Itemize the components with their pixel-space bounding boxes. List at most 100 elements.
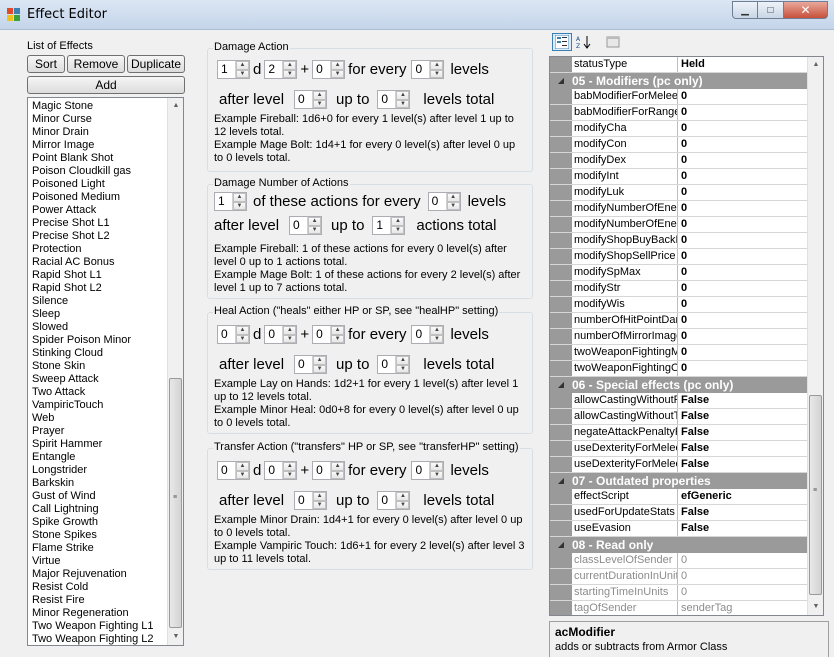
property-value[interactable]: Held <box>678 57 808 72</box>
spin-up-icon[interactable]: ▲ <box>308 217 322 226</box>
spin-down-icon[interactable]: ▼ <box>430 69 444 78</box>
list-item[interactable]: Stinking Cloud <box>32 347 166 360</box>
list-item[interactable]: VampiricTouch <box>32 399 166 412</box>
damage-sides-stepper[interactable]: 2 ▲ ▼ <box>264 60 298 79</box>
property-row[interactable]: effectScript efGeneric <box>550 489 808 505</box>
spin-up-icon[interactable]: ▲ <box>313 492 327 501</box>
property-value[interactable]: 0 <box>678 201 808 216</box>
list-item[interactable]: Spider Poison Minor <box>32 334 166 347</box>
list-item[interactable]: Virtue <box>32 555 166 568</box>
expander-icon[interactable]: ◢ <box>550 377 572 393</box>
property-value[interactable]: 0 <box>678 121 808 136</box>
spin-down-icon[interactable]: ▼ <box>313 364 327 373</box>
property-row[interactable]: twoWeaponFightingO 0 <box>550 361 808 377</box>
spin-up-icon[interactable]: ▲ <box>331 61 345 70</box>
sort-button[interactable]: Sort <box>27 55 65 73</box>
categorized-view-button[interactable] <box>552 33 572 51</box>
property-row[interactable]: modifyNumberOfEnem 0 <box>550 201 808 217</box>
spin-down-icon[interactable]: ▼ <box>236 69 249 78</box>
spin-up-icon[interactable]: ▲ <box>283 61 297 70</box>
spin-up-icon[interactable]: ▲ <box>236 326 249 335</box>
property-row[interactable]: babModifierForRange 0 <box>550 105 808 121</box>
alphabetical-sort-button[interactable]: AZ <box>574 33 594 51</box>
list-item[interactable]: Precise Shot L2 <box>32 230 166 243</box>
list-item[interactable]: Longstrider <box>32 464 166 477</box>
property-row[interactable]: negateAttackPenaltyF False <box>550 425 808 441</box>
scroll-down-icon[interactable]: ▼ <box>168 629 183 645</box>
heal-after-level-stepper[interactable]: 0 ▲ ▼ <box>294 355 328 374</box>
transfer-after-level-stepper[interactable]: 0 ▲ ▼ <box>294 491 328 510</box>
spin-up-icon[interactable]: ▲ <box>391 217 405 226</box>
damage-every-levels-stepper[interactable]: 0 ▲ ▼ <box>411 60 445 79</box>
spin-up-icon[interactable]: ▲ <box>396 356 410 365</box>
grid-scroll-thumb[interactable]: ≡ <box>809 395 822 595</box>
list-item[interactable]: Rapid Shot L1 <box>32 269 166 282</box>
list-item[interactable]: Spirit Hammer <box>32 438 166 451</box>
damage-bonus-stepper[interactable]: 0 ▲ ▼ <box>312 60 346 79</box>
list-item[interactable]: Sleep <box>32 308 166 321</box>
damage-after-level-stepper[interactable]: 0 ▲ ▼ <box>294 90 328 109</box>
spin-down-icon[interactable]: ▼ <box>331 69 345 78</box>
property-row[interactable]: babModifierForMeleeA 0 <box>550 89 808 105</box>
list-item[interactable]: Sweep Attack <box>32 373 166 386</box>
property-row[interactable]: classLevelOfSender 0 <box>550 553 808 569</box>
property-value[interactable]: 0 <box>678 249 808 264</box>
property-row[interactable]: currentDurationInUnits 0 <box>550 569 808 585</box>
scroll-up-icon[interactable]: ▲ <box>808 57 823 73</box>
property-value[interactable]: False <box>678 521 808 536</box>
property-row[interactable]: allowCastingWithoutT False <box>550 409 808 425</box>
spin-up-icon[interactable]: ▲ <box>430 61 444 70</box>
spin-down-icon[interactable]: ▼ <box>313 99 327 108</box>
list-item[interactable]: Call Lightning <box>32 503 166 516</box>
property-row[interactable]: useDexterityForMelee False <box>550 457 808 473</box>
spin-up-icon[interactable]: ▲ <box>313 91 327 100</box>
expander-icon[interactable]: ◢ <box>550 73 572 89</box>
property-row[interactable]: startingTimeInUnits 0 <box>550 585 808 601</box>
property-value[interactable]: False <box>678 409 808 424</box>
effects-listbox[interactable]: Magic Stone Minor Curse Minor Drain Mirror … <box>27 97 184 646</box>
spin-up-icon[interactable]: ▲ <box>233 193 246 202</box>
spin-down-icon[interactable]: ▼ <box>446 201 460 210</box>
property-value[interactable]: 0 <box>678 217 808 232</box>
list-item[interactable]: Two Weapon Fighting L2 <box>32 633 166 645</box>
property-row[interactable]: numberOfMirrorImages 0 <box>550 329 808 345</box>
heal-bonus-stepper[interactable]: 0 ▲ ▼ <box>312 325 346 344</box>
close-button[interactable]: ✕ <box>784 1 828 19</box>
property-row[interactable]: modifyCha 0 <box>550 121 808 137</box>
spin-down-icon[interactable]: ▼ <box>396 364 410 373</box>
list-item[interactable]: Point Blank Shot <box>32 152 166 165</box>
spin-up-icon[interactable]: ▲ <box>331 462 345 471</box>
scroll-thumb[interactable]: ≡ <box>169 378 182 628</box>
list-item[interactable]: Precise Shot L1 <box>32 217 166 230</box>
grid-scrollbar[interactable]: ▲ ≡ ▼ <box>807 57 823 615</box>
property-value[interactable]: False <box>678 441 808 456</box>
damage-dice-stepper[interactable]: 1 ▲ ▼ <box>217 60 250 79</box>
spin-down-icon[interactable]: ▼ <box>391 225 405 234</box>
list-item[interactable]: Gust of Wind <box>32 490 166 503</box>
list-item[interactable]: Mirror Image <box>32 139 166 152</box>
spin-up-icon[interactable]: ▲ <box>446 193 460 202</box>
transfer-every-levels-stepper[interactable]: 0 ▲ ▼ <box>411 461 445 480</box>
list-item[interactable]: Major Rejuvenation <box>32 568 166 581</box>
list-item[interactable]: Prayer <box>32 425 166 438</box>
list-item[interactable]: Stone Skin <box>32 360 166 373</box>
minimize-button[interactable]: ▁ <box>732 1 758 19</box>
number-count-stepper[interactable]: 1 ▲ ▼ <box>214 192 247 211</box>
property-pages-button[interactable] <box>603 33 623 51</box>
property-row[interactable]: modifyShopBuyBackP 0 <box>550 233 808 249</box>
property-value[interactable]: 0 <box>678 361 808 376</box>
property-value[interactable]: 0 <box>678 169 808 184</box>
spin-down-icon[interactable]: ▼ <box>430 470 444 479</box>
property-value[interactable]: 0 <box>678 345 808 360</box>
spin-down-icon[interactable]: ▼ <box>283 69 297 78</box>
duplicate-button[interactable]: Duplicate <box>127 55 185 73</box>
spin-down-icon[interactable]: ▼ <box>308 225 322 234</box>
number-every-levels-stepper[interactable]: 0 ▲ ▼ <box>427 192 461 211</box>
property-row[interactable]: usedForUpdateStats False <box>550 505 808 521</box>
property-value[interactable]: 0 <box>678 137 808 152</box>
list-item[interactable]: Entangle <box>32 451 166 464</box>
transfer-up-to-stepper[interactable]: 0 ▲ ▼ <box>377 491 411 510</box>
heal-every-levels-stepper[interactable]: 0 ▲ ▼ <box>411 325 445 344</box>
scroll-up-icon[interactable]: ▲ <box>168 98 183 114</box>
property-row[interactable]: modifyShopSellPrice 0 <box>550 249 808 265</box>
